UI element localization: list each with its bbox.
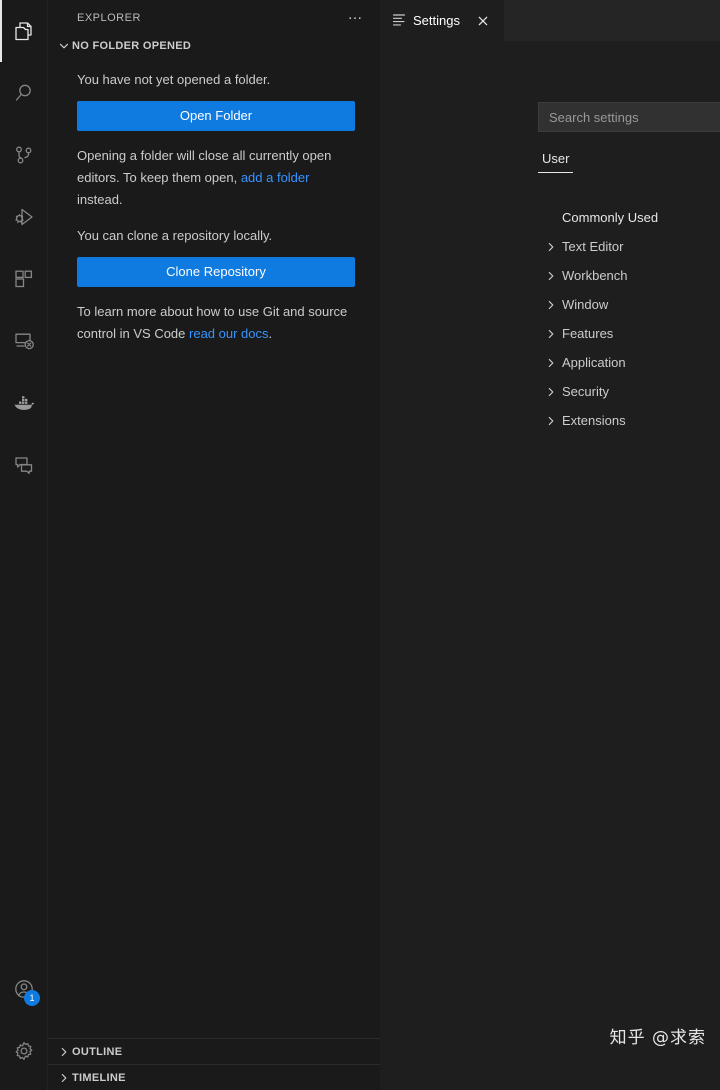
toc-item-label: Commonly Used — [562, 210, 658, 225]
run-and-debug-icon — [12, 205, 36, 229]
close-icon[interactable] — [473, 11, 493, 31]
editor-area: Settings User Commonly Used — [380, 0, 720, 1090]
account-badge: 1 — [24, 990, 40, 1006]
more-actions-icon[interactable]: … — [344, 10, 369, 26]
toc-item-application[interactable]: Application — [540, 348, 720, 377]
panel-outline-label: OUTLINE — [72, 1046, 122, 1058]
toc-item-security[interactable]: Security — [540, 377, 720, 406]
activity-bar-item-search[interactable] — [0, 62, 48, 124]
toc-item-label: Workbench — [562, 268, 628, 283]
welcome-text-opening-folder: Opening a folder will close all currentl… — [77, 145, 358, 211]
chevron-right-icon — [540, 241, 562, 253]
vscode-window: 1 EXPLORER … NO FOLD — [0, 0, 720, 1090]
page-title: EXPLORER — [77, 12, 141, 24]
activity-bar-item-docker[interactable] — [0, 372, 48, 434]
toc-item-text-editor[interactable]: Text Editor — [540, 232, 720, 261]
toc-item-label: Application — [562, 355, 626, 370]
activity-bar-item-remote-explorer[interactable] — [0, 310, 48, 372]
sidebar: EXPLORER … NO FOLDER OPENED You have not… — [48, 0, 380, 1090]
chat-icon — [12, 453, 36, 477]
open-folder-button[interactable]: Open Folder — [77, 101, 355, 131]
chevron-right-icon — [540, 415, 562, 427]
files-icon — [12, 19, 36, 43]
toc-item-label: Security — [562, 384, 609, 399]
editor-tab-bar: Settings — [380, 0, 720, 41]
chevron-right-icon — [540, 357, 562, 369]
settings-scope-tabs: User — [538, 149, 573, 173]
extensions-icon — [12, 267, 36, 291]
activity-bar-bottom-group: 1 — [0, 958, 48, 1082]
settings-editor: User Commonly Used Text Editor — [380, 41, 720, 1090]
tab-bar-empty-space — [504, 0, 720, 41]
welcome-text-opening-folder-post: instead. — [77, 192, 123, 207]
welcome-text-clone: You can clone a repository locally. — [77, 225, 358, 247]
toc-item-window[interactable]: Window — [540, 290, 720, 319]
activity-bar-item-accounts[interactable]: 1 — [0, 958, 48, 1020]
search-icon — [12, 81, 36, 105]
chevron-right-icon — [540, 299, 562, 311]
panel-outline[interactable]: OUTLINE — [48, 1038, 380, 1064]
settings-list-icon — [392, 12, 406, 29]
watermark: 知乎 @求索 — [610, 1023, 706, 1048]
read-our-docs-link[interactable]: read our docs — [189, 326, 269, 341]
activity-bar-item-extensions[interactable] — [0, 248, 48, 310]
tab-settings-label: Settings — [413, 13, 460, 28]
chevron-right-icon — [540, 328, 562, 340]
toc-item-label: Window — [562, 297, 608, 312]
gear-icon — [12, 1039, 36, 1063]
panel-timeline[interactable]: TIMELINE — [48, 1064, 380, 1090]
section-header-label: NO FOLDER OPENED — [72, 40, 191, 52]
tab-settings[interactable]: Settings — [380, 0, 504, 41]
chevron-down-icon — [56, 40, 72, 52]
sidebar-bottom-panels: OUTLINE TIMELINE — [48, 1038, 380, 1090]
activity-bar-item-chat[interactable] — [0, 434, 48, 496]
activity-bar-top-group — [0, 0, 48, 496]
sidebar-title-bar: EXPLORER … — [48, 0, 380, 35]
toc-item-label: Features — [562, 326, 613, 341]
add-a-folder-link[interactable]: add a folder — [241, 170, 310, 185]
activity-bar: 1 — [0, 0, 48, 1090]
settings-table-of-contents: Commonly Used Text Editor — [540, 203, 720, 435]
activity-bar-item-manage[interactable] — [0, 1020, 48, 1082]
chevron-right-icon — [540, 270, 562, 282]
search-settings-input[interactable] — [538, 102, 720, 132]
welcome-text-learn-more: To learn more about how to use Git and s… — [77, 301, 358, 345]
activity-bar-item-source-control[interactable] — [0, 124, 48, 186]
clone-repository-button[interactable]: Clone Repository — [77, 257, 355, 287]
welcome-text-no-folder: You have not yet opened a folder. — [77, 69, 358, 91]
tab-user-settings[interactable]: User — [538, 149, 573, 173]
remote-explorer-icon — [12, 329, 36, 353]
toc-item-extensions[interactable]: Extensions — [540, 406, 720, 435]
source-control-icon — [12, 143, 36, 167]
toc-item-label: Extensions — [562, 413, 626, 428]
chevron-right-icon — [56, 1072, 72, 1084]
chevron-right-icon — [56, 1046, 72, 1058]
toc-item-commonly-used[interactable]: Commonly Used — [540, 203, 720, 232]
section-header-no-folder-opened[interactable]: NO FOLDER OPENED — [48, 35, 380, 57]
panel-timeline-label: TIMELINE — [72, 1072, 126, 1084]
toc-item-workbench[interactable]: Workbench — [540, 261, 720, 290]
toc-item-features[interactable]: Features — [540, 319, 720, 348]
activity-bar-item-run-and-debug[interactable] — [0, 186, 48, 248]
welcome-view: You have not yet opened a folder. Open F… — [48, 57, 380, 345]
toc-item-label: Text Editor — [562, 239, 623, 254]
docker-whale-icon — [11, 390, 37, 416]
chevron-right-icon — [540, 386, 562, 398]
welcome-text-learn-more-post: . — [269, 326, 273, 341]
activity-bar-item-explorer[interactable] — [0, 0, 48, 62]
